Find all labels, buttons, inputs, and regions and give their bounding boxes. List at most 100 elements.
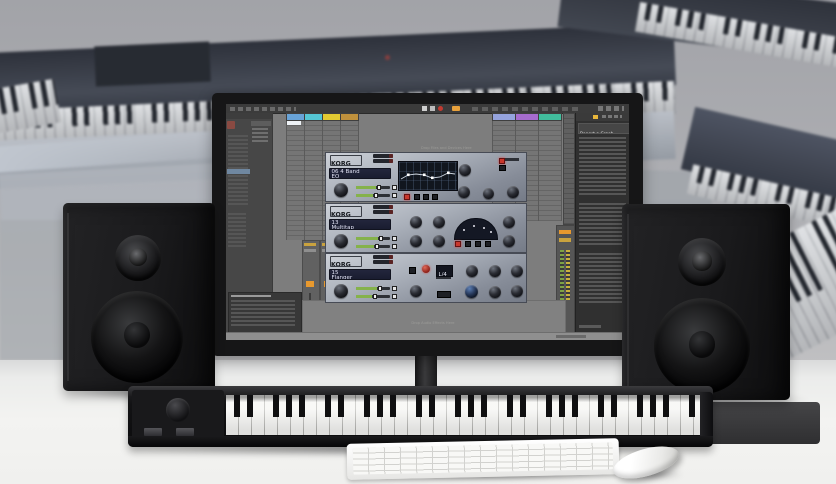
track-header-1[interactable] xyxy=(286,113,305,121)
input-trim-slider[interactable] xyxy=(356,286,390,291)
scene-launch-strip[interactable] xyxy=(563,113,575,225)
clip-column-1[interactable] xyxy=(286,121,305,240)
output-trim-slider[interactable] xyxy=(356,244,390,249)
selected-clip-slot[interactable] xyxy=(287,121,301,125)
status-scrollbar[interactable] xyxy=(556,335,586,338)
master-chip[interactable] xyxy=(559,230,571,234)
base-note-display[interactable]: L/4 xyxy=(436,265,453,277)
phase-knob[interactable] xyxy=(465,285,478,298)
plugin-window-flanger[interactable]: KORG 15 Flanger L/4 xyxy=(325,253,527,303)
slider-handle[interactable] xyxy=(377,185,381,190)
track-header-6[interactable] xyxy=(515,113,539,121)
device-view[interactable]: Drop Audio Effects Here xyxy=(302,300,566,334)
slider-handle[interactable] xyxy=(379,236,383,241)
tap-4-button[interactable] xyxy=(485,241,491,247)
browser-list-items[interactable] xyxy=(252,128,268,142)
track-header-7[interactable] xyxy=(538,113,562,121)
plugin-title-display[interactable]: 13 Multitap Cho/Dly xyxy=(329,219,391,230)
track-header-2[interactable] xyxy=(304,113,323,121)
eq-curve xyxy=(400,171,456,180)
band-1-button[interactable] xyxy=(404,194,410,200)
tap-1-button[interactable] xyxy=(455,241,461,247)
freq-knob[interactable] xyxy=(458,186,470,198)
manual-knob[interactable] xyxy=(410,285,422,297)
output-trim-slider[interactable] xyxy=(356,193,390,198)
level-2-knob[interactable] xyxy=(433,235,445,247)
program-led xyxy=(389,210,393,214)
automation-arm-chip[interactable] xyxy=(452,106,460,111)
plugin-title-display[interactable]: 15 Flanger xyxy=(329,269,391,280)
lo-damp-knob[interactable] xyxy=(503,216,515,228)
slider-handle[interactable] xyxy=(375,244,379,249)
band-3-button[interactable] xyxy=(423,194,429,200)
program-control[interactable] xyxy=(373,159,393,163)
bypass-control[interactable] xyxy=(373,154,393,158)
plugin-window-4band-eq[interactable]: KORG 06 4 Band EQ xyxy=(325,152,527,202)
meter-fill xyxy=(356,245,374,248)
bypass-led xyxy=(389,255,393,259)
program-control[interactable] xyxy=(373,260,393,264)
loop-controls[interactable] xyxy=(472,107,582,111)
input-trim-slider[interactable] xyxy=(356,236,390,241)
track-header-5[interactable] xyxy=(492,113,516,121)
tempo-controls[interactable] xyxy=(230,107,296,111)
browser-places[interactable] xyxy=(228,213,246,247)
io-chip[interactable] xyxy=(304,243,316,246)
band-2-button[interactable] xyxy=(414,194,420,200)
link-button[interactable] xyxy=(499,165,506,171)
depth-knob[interactable] xyxy=(511,265,523,277)
wet-dry-knob[interactable] xyxy=(334,234,348,248)
tap-2-button[interactable] xyxy=(465,241,471,247)
delay-2-knob[interactable] xyxy=(433,216,445,228)
clip-column-7[interactable] xyxy=(538,121,562,221)
help-panel-toolbar[interactable] xyxy=(576,113,629,121)
level-1-knob[interactable] xyxy=(410,235,422,247)
q-knob[interactable] xyxy=(483,188,494,199)
wet-dry-knob[interactable] xyxy=(334,183,348,197)
help-panel-paragraph xyxy=(579,137,626,197)
stop-button[interactable] xyxy=(430,106,435,111)
wet-dry-knob[interactable] xyxy=(334,284,348,298)
play-button[interactable] xyxy=(422,106,427,111)
clip-column-2[interactable] xyxy=(304,121,323,240)
browser-header xyxy=(226,113,272,119)
browser-collection-chip[interactable] xyxy=(227,121,235,129)
help-panel-scrollbar[interactable] xyxy=(579,325,601,328)
program-control[interactable] xyxy=(373,210,393,214)
io-chip[interactable] xyxy=(304,249,316,252)
lfo-freq-knob[interactable] xyxy=(466,265,478,277)
clip-stop-button[interactable] xyxy=(306,281,314,287)
bypass-control[interactable] xyxy=(373,255,393,259)
plugin-title-display[interactable]: 06 4 Band EQ xyxy=(329,168,391,179)
input-value-box xyxy=(392,286,397,291)
delay-knob[interactable] xyxy=(489,265,501,277)
hi-damp-knob[interactable] xyxy=(511,285,523,297)
tempo-sync-button[interactable] xyxy=(437,291,451,298)
trim-knob[interactable] xyxy=(459,164,471,176)
track-header-4[interactable] xyxy=(340,113,359,121)
master-chip[interactable] xyxy=(559,238,571,242)
input-trim-slider[interactable] xyxy=(356,185,390,190)
bypass-control[interactable] xyxy=(373,205,393,209)
output-trim-slider[interactable] xyxy=(356,294,390,299)
t-mode-button[interactable] xyxy=(409,267,416,274)
delay-1-knob[interactable] xyxy=(410,216,422,228)
gain-knob[interactable] xyxy=(507,186,519,198)
tap-3-button[interactable] xyxy=(475,241,481,247)
right-woofer xyxy=(654,298,750,394)
help-panel-buttons[interactable] xyxy=(602,115,622,118)
feedback-knob[interactable] xyxy=(503,235,515,247)
band-4-button[interactable] xyxy=(432,194,438,200)
plugin-window-multitap[interactable]: KORG 13 Multitap Cho/Dly xyxy=(325,203,527,253)
track-header-3[interactable] xyxy=(322,113,341,121)
slider-handle[interactable] xyxy=(374,193,378,198)
browser-selected-item[interactable] xyxy=(227,169,250,174)
help-panel[interactable]: Report a Crash xyxy=(575,113,629,332)
lfo-reset-button[interactable] xyxy=(422,265,430,273)
slider-handle[interactable] xyxy=(373,294,377,299)
slider-handle[interactable] xyxy=(378,286,382,291)
record-button[interactable] xyxy=(438,106,443,111)
feedback-knob[interactable] xyxy=(489,286,501,298)
eq-curve-display[interactable] xyxy=(398,161,458,191)
tap-pattern-display[interactable] xyxy=(454,218,498,240)
